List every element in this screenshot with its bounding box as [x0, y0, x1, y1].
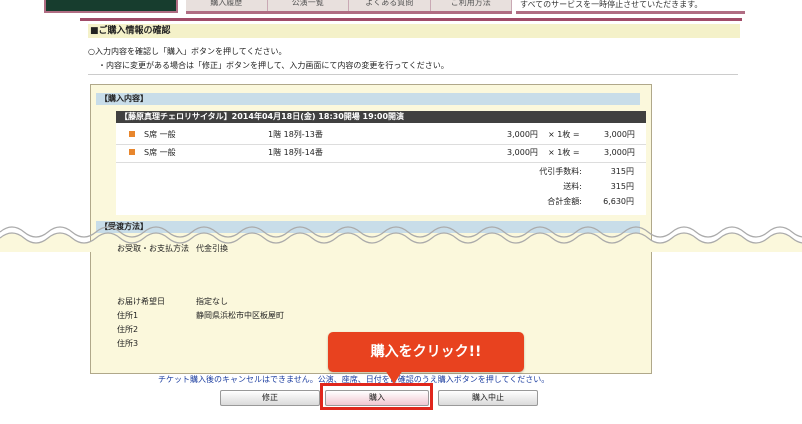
- divider: [88, 74, 738, 75]
- page-title: ■ご購入情報の確認: [88, 24, 740, 38]
- quantity: × 1枚 =: [548, 130, 580, 139]
- address2-label: 住所2: [117, 325, 139, 334]
- address1-label: 住所1: [117, 311, 139, 320]
- unit-price: 3,000円: [507, 130, 538, 139]
- modify-button[interactable]: 修正: [220, 390, 320, 406]
- site-logo[interactable]: [44, 0, 178, 13]
- seat-number: 1階 18列-14番: [268, 148, 323, 157]
- top-navigation: 購入履歴 公演一覧 よくある質問 ご利用方法 すべてのサービスを一時停止させてい…: [0, 0, 802, 16]
- seat-type: S席 一般: [144, 148, 176, 157]
- nav-item-performances[interactable]: 公演一覧: [268, 0, 349, 11]
- address3-label: 住所3: [117, 339, 139, 348]
- delivery-date-value: 指定なし: [196, 297, 228, 306]
- cancel-purchase-button[interactable]: 購入中止: [438, 390, 538, 406]
- row-divider: [116, 162, 646, 163]
- quantity: × 1枚 =: [548, 148, 580, 157]
- seat-type: S席 一般: [144, 130, 176, 139]
- payment-method-value: 代金引換: [196, 244, 228, 253]
- nav-item-faq[interactable]: よくある質問: [349, 0, 431, 11]
- bullet-icon: [129, 149, 135, 155]
- nav-item-how-to-use[interactable]: ご利用方法: [431, 0, 512, 11]
- bullet-icon: [129, 131, 135, 137]
- seat-number: 1階 18列-13番: [268, 130, 323, 139]
- instruction-line: ・内容に変更がある場合は「修正」ボタンを押して、入力画面にて内容の変更を行ってく…: [98, 61, 449, 70]
- frame-border: [80, 18, 742, 21]
- nav-item-purchase-history[interactable]: 購入履歴: [186, 0, 268, 11]
- payment-method-label: お受取・お支払方法: [117, 244, 189, 253]
- total-value: 6,630円: [603, 197, 634, 206]
- total-label: 合計金額:: [547, 197, 582, 206]
- cod-fee-label: 代引手数料:: [539, 167, 582, 176]
- instruction-line: ○入力内容を確認し「購入」ボタンを押してください。: [88, 47, 287, 56]
- subtotal: 3,000円: [604, 130, 635, 139]
- service-notice: すべてのサービスを一時停止させていただきます。: [516, 0, 745, 14]
- callout-pointer: [385, 370, 403, 384]
- subtotal: 3,000円: [604, 148, 635, 157]
- main-menu: 購入履歴 公演一覧 よくある質問 ご利用方法: [186, 0, 512, 14]
- address1-value: 静岡県浜松市中区板屋町: [196, 311, 284, 320]
- shipping-label: 送料:: [563, 182, 582, 191]
- buy-highlight-box: [320, 383, 433, 410]
- purchase-section-header: 【購入内容】: [96, 93, 640, 105]
- performance-title: 【藤原真理チェロリサイタル】2014年04月18日(金) 18:30開場 19:…: [116, 111, 646, 123]
- shipping-value: 315円: [610, 182, 634, 191]
- click-callout: 購入をクリック!!: [328, 332, 524, 372]
- cod-fee-value: 315円: [610, 167, 634, 176]
- ticket-row: S席 一般 1階 18列-14番 3,000円 × 1枚 = 3,000円: [116, 145, 646, 161]
- ticket-row: S席 一般 1階 18列-13番 3,000円 × 1枚 = 3,000円: [116, 127, 646, 143]
- unit-price: 3,000円: [507, 148, 538, 157]
- delivery-date-label: お届け希望日: [117, 297, 165, 306]
